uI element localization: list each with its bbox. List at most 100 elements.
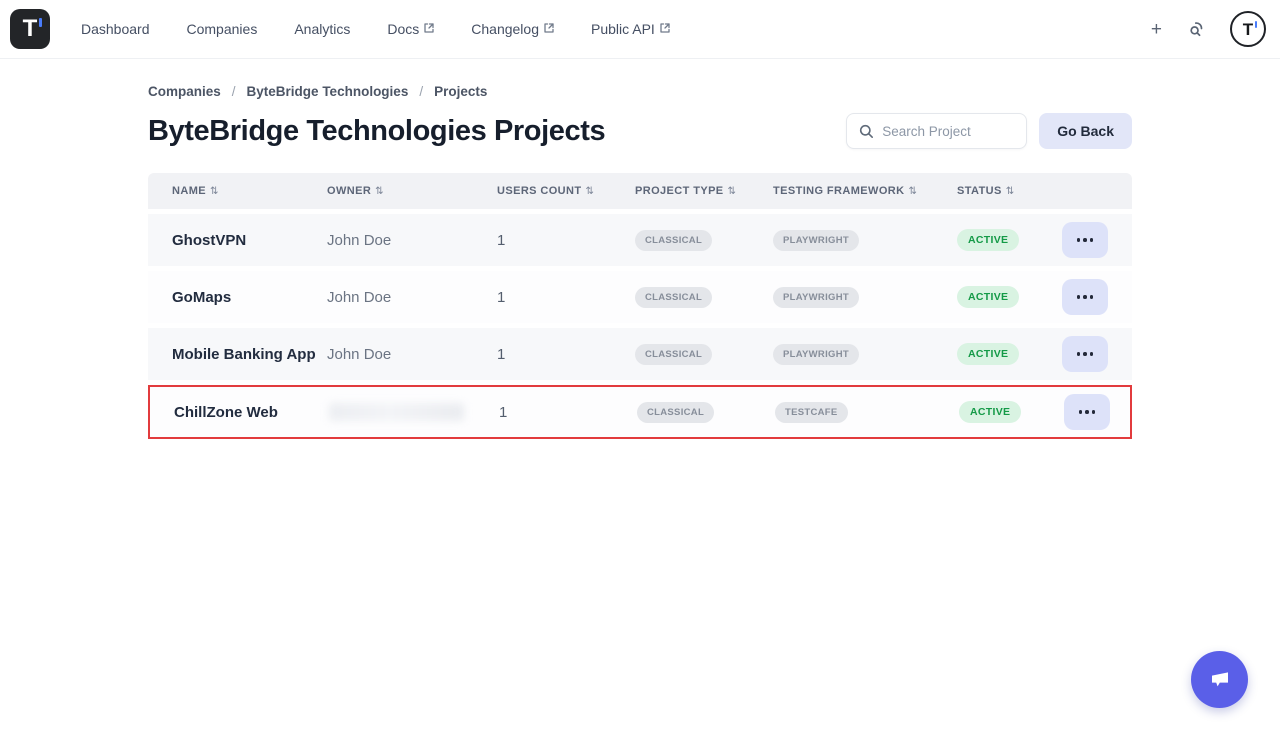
search-icon[interactable] (1186, 19, 1206, 39)
nav-item-docs[interactable]: Docs (387, 21, 434, 37)
search-box (846, 113, 1027, 149)
testing-framework-badge: Testcafe (775, 402, 848, 423)
user-avatar[interactable]: T (1230, 11, 1266, 47)
project-type-badge: Classical (635, 230, 712, 251)
breadcrumb-item-bytebridge-technologies[interactable]: ByteBridge Technologies (247, 84, 409, 99)
sort-icon: ⇅ (728, 186, 737, 197)
title-controls: Go Back (846, 113, 1132, 149)
table-row-gomaps: GoMaps John Doe 1 Classical Playwright A… (148, 271, 1132, 323)
ellipsis-icon (1077, 352, 1081, 356)
users-count-cell: 1 (499, 404, 637, 421)
projects-table: Name ⇅ Owner ⇅ Users count ⇅ Project typ… (148, 173, 1132, 439)
nav-item-analytics[interactable]: Analytics (294, 21, 350, 37)
app-logo[interactable]: T (10, 9, 50, 49)
users-count-cell: 1 (497, 232, 635, 249)
testing-framework-cell: Playwright (773, 287, 957, 308)
testing-framework-badge: Playwright (773, 287, 859, 308)
owner-cell: John Doe (327, 346, 497, 363)
ellipsis-icon (1077, 295, 1081, 299)
go-back-button[interactable]: Go Back (1039, 113, 1132, 149)
testing-framework-badge: Playwright (773, 230, 859, 251)
row-actions-button[interactable] (1064, 394, 1110, 430)
logo-t-icon: T (23, 17, 38, 41)
project-name-link[interactable]: GhostVPN (148, 232, 327, 249)
status-cell: Active (957, 343, 1062, 365)
actions-cell (1064, 394, 1134, 430)
actions-cell (1062, 279, 1132, 315)
project-type-badge: Classical (637, 402, 714, 423)
topbar: T Dashboard Companies Analytics Docs Cha… (0, 0, 1280, 59)
column-header-name[interactable]: Name ⇅ (148, 185, 327, 197)
row-actions-button[interactable] (1062, 222, 1108, 258)
topbar-right: + T (1151, 11, 1266, 47)
nav-item-changelog[interactable]: Changelog (471, 21, 554, 37)
page-title: ByteBridge Technologies Projects (148, 115, 605, 148)
nav-item-companies[interactable]: Companies (187, 21, 258, 37)
title-row: ByteBridge Technologies Projects Go Back (148, 113, 1132, 149)
column-header-users-count[interactable]: Users count ⇅ (497, 185, 635, 197)
ellipsis-icon (1077, 238, 1081, 242)
main-nav: Dashboard Companies Analytics Docs Chang… (81, 21, 1151, 37)
row-actions-button[interactable] (1062, 336, 1108, 372)
breadcrumb-item-projects: Projects (434, 84, 487, 99)
testing-framework-cell: Playwright (773, 344, 957, 365)
project-type-cell: Classical (635, 344, 773, 365)
sort-icon: ⇅ (1006, 186, 1015, 197)
breadcrumb-separator: / (232, 84, 236, 99)
external-link-icon (424, 23, 434, 33)
project-type-badge: Classical (635, 344, 712, 365)
main-content: Companies/ByteBridge Technologies/Projec… (148, 84, 1132, 439)
chat-bubble-icon (1205, 665, 1235, 695)
column-header-status[interactable]: Status ⇅ (957, 185, 1062, 197)
table-row-mobile-banking-app: Mobile Banking App John Doe 1 Classical … (148, 328, 1132, 380)
row-actions-button[interactable] (1062, 279, 1108, 315)
table-header: Name ⇅ Owner ⇅ Users count ⇅ Project typ… (148, 173, 1132, 209)
column-header-project-type[interactable]: Project type ⇅ (635, 185, 773, 197)
nav-item-dashboard[interactable]: Dashboard (81, 21, 150, 37)
project-name-link[interactable]: Mobile Banking App (148, 346, 327, 363)
avatar-t-icon: T (1243, 21, 1253, 38)
project-type-cell: Classical (635, 287, 773, 308)
column-header-owner[interactable]: Owner ⇅ (327, 185, 497, 197)
testing-framework-cell: Playwright (773, 230, 957, 251)
table-row-chillzone-web: ChillZone Web 1 Classical Testcafe Activ… (148, 385, 1132, 439)
redacted-owner (329, 403, 464, 421)
ellipsis-icon (1079, 410, 1083, 414)
users-count-cell: 1 (497, 289, 635, 306)
sort-icon: ⇅ (210, 186, 219, 197)
testing-framework-badge: Playwright (773, 344, 859, 365)
sort-icon: ⇅ (585, 186, 594, 197)
status-badge: Active (957, 286, 1019, 308)
status-badge: Active (959, 401, 1021, 423)
owner-cell (329, 403, 499, 421)
external-link-icon (660, 23, 670, 33)
magnifier-icon (859, 124, 874, 139)
status-badge: Active (957, 343, 1019, 365)
sort-icon: ⇅ (375, 186, 384, 197)
actions-cell (1062, 222, 1132, 258)
search-input[interactable] (882, 124, 1016, 139)
owner-cell: John Doe (327, 232, 497, 249)
avatar-tick-icon (1255, 21, 1258, 28)
status-cell: Active (959, 401, 1064, 423)
external-link-icon (544, 23, 554, 33)
plus-icon[interactable]: + (1151, 20, 1162, 39)
status-badge: Active (957, 229, 1019, 251)
logo-tick-icon (39, 18, 42, 27)
actions-cell (1062, 336, 1132, 372)
sort-icon: ⇅ (908, 186, 917, 197)
project-name-link[interactable]: ChillZone Web (150, 404, 329, 421)
project-type-badge: Classical (635, 287, 712, 308)
chat-widget-button[interactable] (1191, 651, 1248, 708)
status-cell: Active (957, 229, 1062, 251)
project-type-cell: Classical (635, 230, 773, 251)
table-body: GhostVPN John Doe 1 Classical Playwright… (148, 214, 1132, 439)
status-cell: Active (957, 286, 1062, 308)
project-type-cell: Classical (637, 402, 775, 423)
project-name-link[interactable]: GoMaps (148, 289, 327, 306)
column-header-testing-framework[interactable]: Testing framework ⇅ (773, 185, 957, 197)
breadcrumb-item-companies[interactable]: Companies (148, 84, 221, 99)
users-count-cell: 1 (497, 346, 635, 363)
nav-item-public-api[interactable]: Public API (591, 21, 670, 37)
testing-framework-cell: Testcafe (775, 402, 959, 423)
